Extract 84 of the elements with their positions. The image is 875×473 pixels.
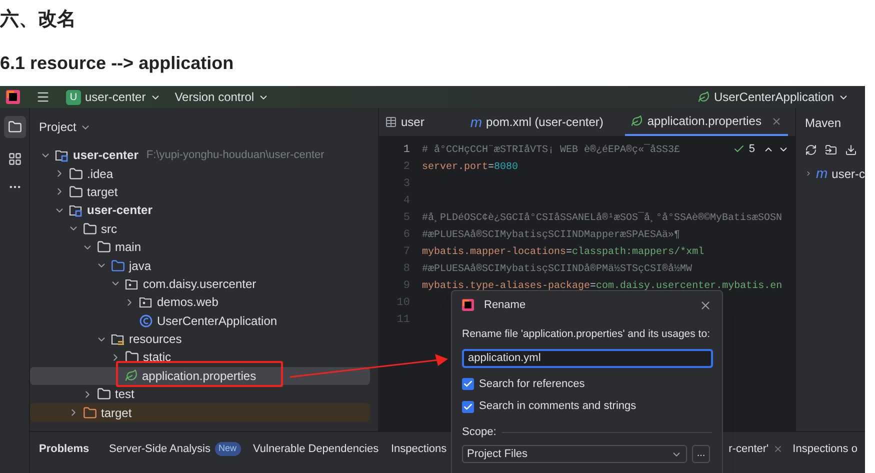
tool-tab[interactable]: Problems — [30, 439, 109, 459]
folder-icon — [97, 387, 111, 402]
checkbox[interactable] — [462, 400, 474, 412]
folder-icon[interactable] — [825, 144, 837, 156]
browse-button[interactable]: ... — [692, 445, 710, 464]
leaf-icon — [125, 369, 138, 382]
vcs-selector[interactable]: Version control — [174, 88, 270, 106]
new-name-field[interactable]: application.yml — [462, 348, 713, 368]
code-line: server.port=8080 — [422, 161, 518, 175]
scope-label: Scope: — [462, 424, 496, 440]
line-number: 1 — [402, 143, 411, 158]
module-path: F:\yupi-yonghu-houduan\user-center — [146, 148, 324, 163]
editor-tab[interactable]: user — [379, 108, 430, 136]
rename-prompt: Rename file 'application.properties' and its usages to: — [462, 327, 711, 342]
checkbox[interactable] — [462, 378, 474, 390]
resources-folder-icon — [111, 332, 125, 346]
module-folder-icon — [69, 203, 83, 218]
project-tool-button[interactable] — [4, 116, 26, 138]
project-selector[interactable]: user-center — [85, 88, 161, 106]
close-icon[interactable] — [699, 298, 712, 312]
tree-item[interactable]: test — [30, 385, 370, 404]
tree-item[interactable]: com.daisy.usercenter — [30, 274, 370, 294]
tree-item[interactable]: target — [30, 403, 370, 422]
leaf-icon — [631, 115, 644, 127]
class-icon — [139, 314, 153, 328]
tree-item[interactable]: src — [30, 220, 370, 238]
code-line: # å°CCHçCCH¨æSTRIåVTS¡ WEB è®¿éEPA®ç«¯åSS3£ — [422, 143, 680, 158]
inspection-count: 5 — [748, 142, 755, 157]
tree-item[interactable]: static — [30, 348, 370, 367]
tool-tab[interactable]: Server-Side Analysis New — [109, 439, 253, 459]
app-logo-icon — [6, 90, 20, 104]
panel-title: Maven — [804, 114, 842, 132]
folder-icon — [69, 166, 83, 181]
maven-icon: m — [816, 163, 828, 184]
tree-item[interactable]: main — [30, 238, 370, 256]
folder-icon — [69, 184, 83, 199]
code-line: mybatis.mapper-locations=classpath:mappers/*xml — [422, 246, 704, 260]
code-line: mybatis.type-aliases-package=com.daisy.usercenter.mybatis.en — [422, 280, 782, 294]
subsection-heading: 6.1 resource --> application — [0, 52, 235, 75]
package-icon — [139, 295, 153, 310]
code-line: #å¸PLDéOSC¢è¿SGCIå°CSIåSSANELå®¹æSOS¯å¸°å°SSAè®©MyBatisæSOSN — [422, 211, 782, 226]
tool-tab[interactable]: Inspections — [391, 439, 447, 459]
close-icon[interactable] — [772, 444, 783, 454]
code-line: #æPLUESAå®SCIMybatisçSCIINDMapperæSPAESAä»¶ — [422, 228, 680, 243]
tree-item[interactable]: user-center — [30, 201, 370, 220]
tree-item-label: user-c — [832, 166, 865, 182]
download-icon[interactable] — [845, 144, 857, 156]
refresh-icon[interactable] — [805, 144, 817, 156]
dialog-title: Rename — [484, 298, 526, 313]
folder-icon — [8, 120, 22, 134]
tool-tab[interactable]: Inspections o — [786, 439, 864, 459]
close-icon[interactable] — [771, 116, 782, 126]
tree-item[interactable]: application.properties — [30, 366, 370, 386]
package-icon — [125, 276, 139, 291]
tree-item[interactable]: user-center F:\yupi-yonghu-houduan\user-center — [30, 146, 370, 164]
folder-icon — [111, 258, 125, 273]
tree-item[interactable]: resources — [30, 330, 370, 348]
module-folder-icon — [55, 148, 69, 162]
tool-tab[interactable]: r-center' — [724, 439, 787, 459]
structure-icon[interactable] — [8, 152, 22, 166]
app-logo-icon — [462, 299, 474, 311]
tree-item[interactable]: java — [30, 256, 370, 275]
tool-tab[interactable]: Vulnerable Dependencies — [253, 439, 391, 459]
code-line: #æPLUESAå®SCIMybatisçSCIINDå®PMä½STSçCSI®å½MW — [422, 262, 692, 277]
tree-item[interactable]: UserCenterApplication — [30, 312, 370, 330]
leaf-icon — [698, 91, 710, 103]
table-icon — [385, 116, 397, 128]
folder-icon — [83, 406, 97, 420]
new-badge: New — [214, 442, 241, 456]
tree-item[interactable]: target — [30, 182, 370, 202]
editor-tab[interactable]: application.properties — [625, 108, 788, 136]
folder-icon — [83, 222, 97, 236]
tree-item[interactable]: demos.web — [30, 293, 370, 312]
tree-item[interactable]: .idea — [30, 164, 370, 183]
panel-title[interactable]: Project — [30, 108, 378, 146]
menu-icon[interactable] — [36, 90, 50, 104]
maven-icon: m — [470, 112, 482, 132]
run-config-selector[interactable]: UserCenterApplication — [698, 88, 849, 106]
checkbox-label: Search for references — [479, 376, 585, 392]
checkbox-label: Search in comments and strings — [479, 399, 636, 414]
project-badge: U — [66, 90, 81, 104]
editor-tab[interactable]: m pom.xml (user-center) — [430, 108, 626, 136]
scope-dropdown[interactable]: Project Files — [462, 445, 687, 464]
folder-icon — [97, 240, 111, 254]
